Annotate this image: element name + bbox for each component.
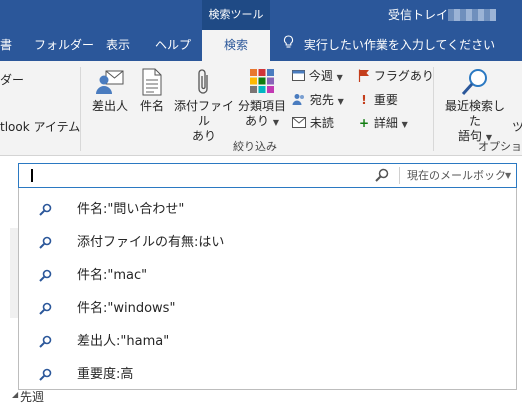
suggestion-item[interactable]: 重要度:高 bbox=[19, 358, 516, 391]
chevron-down-icon: ▼ bbox=[336, 73, 343, 82]
tell-me-box[interactable]: 実行したい作業を入力してください bbox=[283, 30, 495, 61]
search-suggestions: 件名:"問い合わせ" 添付ファイルの有無:はい 件名:"mac" 件名:"win… bbox=[18, 188, 517, 390]
unread-label: 未読 bbox=[309, 116, 334, 130]
suggestion-label: 件名:"mac" bbox=[77, 268, 148, 283]
ribbon-separator bbox=[433, 67, 434, 151]
recent-searches-button[interactable]: 最近検索した 語句 ▼ bbox=[440, 67, 510, 145]
flagged-label: フラグあり bbox=[373, 69, 434, 83]
sent-to-button[interactable]: 宛先 ▼ bbox=[292, 91, 344, 108]
categorized-label-1: 分類項目 bbox=[237, 99, 286, 113]
more-label: 詳細 bbox=[373, 116, 398, 130]
this-week-button[interactable]: 今週 ▼ bbox=[292, 67, 343, 84]
group-header-last-week: 先週 bbox=[20, 390, 45, 404]
contextual-tool-tab: 検索ツール bbox=[202, 0, 270, 30]
document-icon bbox=[134, 67, 170, 99]
calendar-icon bbox=[292, 69, 305, 84]
suggestion-label: 件名:"問い合わせ" bbox=[77, 202, 185, 217]
ribbon-partial-bottom[interactable]: tlook アイテム bbox=[0, 118, 80, 135]
important-button[interactable]: ! 重要 bbox=[358, 91, 398, 108]
subject-label: 件名 bbox=[139, 99, 164, 113]
more-button[interactable]: + 詳細 ▼ bbox=[358, 114, 408, 131]
important-label: 重要 bbox=[373, 93, 398, 107]
recent-searches-label-1: 最近検索した bbox=[444, 99, 505, 128]
category-grid-icon bbox=[237, 67, 287, 99]
suggestion-item[interactable]: 添付ファイルの有無:はい bbox=[19, 226, 516, 259]
categorized-button[interactable]: 分類項目 あり ▼ bbox=[237, 67, 287, 130]
categorized-label-2: あり bbox=[245, 114, 270, 128]
search-icon[interactable] bbox=[375, 168, 389, 185]
ribbon-separator bbox=[80, 67, 81, 151]
suggestion-label: 差出人:"hama" bbox=[77, 334, 170, 349]
search-scope-label[interactable]: 現在のメールボックス bbox=[407, 164, 516, 205]
tell-me-label: 実行したい作業を入力してください bbox=[303, 38, 496, 52]
search-input[interactable] bbox=[35, 166, 379, 187]
folder-pane-scroll bbox=[10, 228, 18, 318]
suggestion-item[interactable]: 差出人:"hama" bbox=[19, 325, 516, 358]
suggestion-label: 件名:"windows" bbox=[77, 301, 176, 316]
suggestion-item[interactable]: 件名:"mac" bbox=[19, 259, 516, 292]
group-label-refine: 絞り込み bbox=[233, 140, 277, 153]
ribbon: ダー tlook アイテム 差出人 件名 添付ファイル あり 分類項目 あり ▼… bbox=[0, 61, 522, 156]
search-icon bbox=[39, 302, 52, 318]
suggestion-label: 重要度:高 bbox=[77, 367, 134, 382]
this-week-label: 今週 bbox=[308, 69, 333, 83]
has-attachment-button[interactable]: 添付ファイル あり bbox=[172, 67, 236, 144]
suggestion-item[interactable]: 件名:"windows" bbox=[19, 292, 516, 325]
sender-label: 差出人 bbox=[91, 99, 128, 113]
chevron-down-icon: ▼ bbox=[401, 120, 408, 129]
window-title: 受信トレイ - bbox=[388, 8, 457, 22]
paperclip-icon bbox=[172, 67, 236, 99]
tab-folder[interactable]: フォルダー bbox=[34, 30, 94, 61]
suggestion-item[interactable]: 件名:"問い合わせ" bbox=[19, 193, 516, 226]
exclamation-icon: ! bbox=[361, 93, 367, 107]
search-icon bbox=[39, 236, 52, 252]
ribbon-partial-top: ダー bbox=[0, 73, 25, 87]
scope-separator bbox=[399, 167, 400, 184]
subject-button[interactable]: 件名 bbox=[134, 67, 170, 114]
redacted-account-name bbox=[448, 9, 496, 21]
flag-icon bbox=[358, 69, 370, 85]
search-icon bbox=[39, 335, 52, 351]
has-attachment-label-1: 添付ファイル bbox=[173, 99, 234, 128]
search-icon bbox=[39, 368, 52, 384]
collapse-arrow-icon[interactable]: ◢ bbox=[12, 390, 18, 399]
envelope-icon bbox=[292, 116, 306, 131]
chevron-down-icon: ▼ bbox=[337, 97, 344, 106]
ribbon-partial-right[interactable]: ツ bbox=[512, 118, 522, 135]
search-box[interactable]: 現在のメールボックス ▼ bbox=[18, 163, 517, 205]
sent-to-label: 宛先 bbox=[309, 93, 334, 107]
magnifier-icon bbox=[440, 67, 510, 99]
has-attachment-label-2: あり bbox=[191, 129, 216, 143]
chevron-down-icon: ▼ bbox=[272, 118, 279, 127]
text-cursor bbox=[31, 169, 33, 182]
flagged-button[interactable]: フラグあり bbox=[358, 67, 434, 85]
unread-button[interactable]: 未読 bbox=[292, 114, 334, 131]
lightbulb-icon bbox=[283, 30, 294, 61]
tab-partial[interactable]: 書 bbox=[0, 30, 16, 61]
chevron-down-icon[interactable]: ▼ bbox=[505, 164, 511, 187]
sender-icon bbox=[88, 67, 132, 99]
ribbon-tab-row: 書 フォルダー 表示 ヘルプ 検索 実行したい作業を入力してください bbox=[0, 30, 522, 61]
people-icon bbox=[292, 93, 306, 108]
tab-search[interactable]: 検索 bbox=[202, 30, 270, 61]
search-icon bbox=[39, 203, 52, 219]
sender-button[interactable]: 差出人 bbox=[88, 67, 132, 114]
search-icon bbox=[39, 269, 52, 285]
group-label-options: オプション bbox=[478, 140, 522, 153]
suggestion-label: 添付ファイルの有無:はい bbox=[77, 235, 225, 250]
tab-view[interactable]: 表示 bbox=[106, 30, 130, 61]
plus-icon: + bbox=[358, 116, 370, 130]
tab-help[interactable]: ヘルプ bbox=[155, 30, 191, 61]
title-bar: 検索ツール 受信トレイ - bbox=[0, 0, 522, 30]
